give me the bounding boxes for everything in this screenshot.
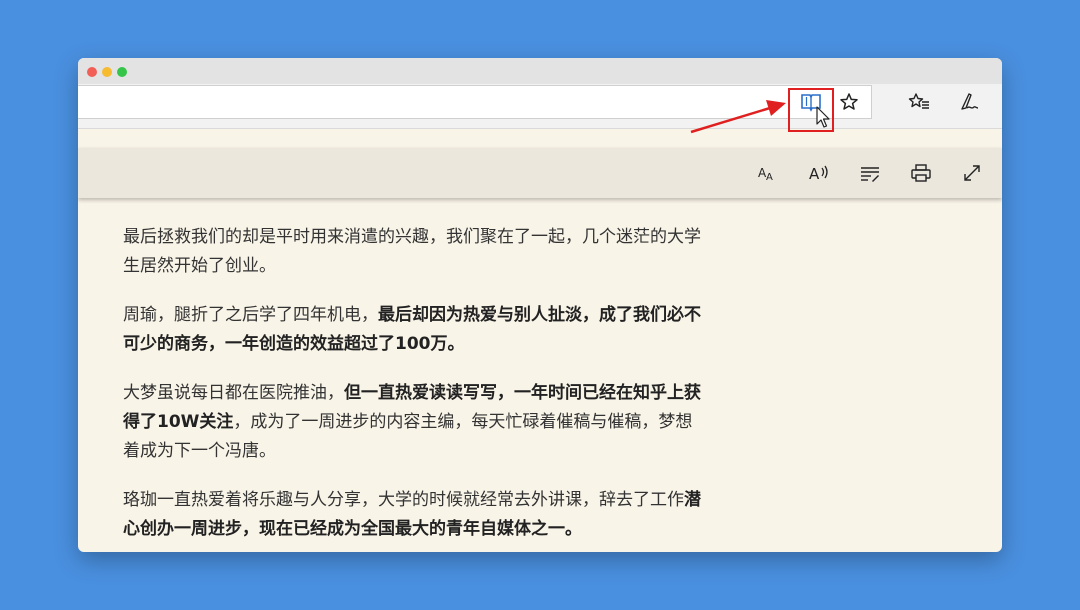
text-options-button[interactable] [855,158,885,188]
print-button[interactable] [906,158,936,188]
article-paragraph-4: 珞珈一直热爱着将乐趣与人分享，大学的时候就经常去外讲课，辞去了工作潜心创办一周进… [123,490,701,539]
title-bar [78,58,1002,84]
favorite-star-icon [840,93,858,110]
notes-button[interactable] [954,87,984,117]
text-size-button[interactable]: A A [753,158,783,188]
read-aloud-icon: A [809,165,828,183]
browser-window: A A A 最后拯救我们的却是平时用来消遣的兴趣，我们聚在了一起，几个迷茫的大学… [78,58,1002,552]
read-aloud-button[interactable]: A [805,158,835,188]
favorites-list-icon [908,93,929,109]
print-icon [911,164,931,182]
address-bar[interactable] [78,85,872,119]
article-paragraph-3: 大梦虽说每日都在医院推油，但一直热爱读读写写，一年时间已经在知乎上获得了10W关… [123,383,701,461]
pen-icon [961,93,979,110]
browser-toolbar [78,84,1002,132]
article-paragraph-2: 周瑜，腿折了之后学了四年机电，最后却因为热爱与别人扯淡，成了我们必不可少的商务，… [123,305,701,354]
article-paragraph-1: 最后拯救我们的却是平时用来消遣的兴趣，我们聚在了一起，几个迷茫的大学生居然开始了… [123,227,701,276]
reading-view-toolbar: A A A [78,148,1002,198]
fullscreen-icon [964,165,980,181]
text-size-icon: A A [758,166,773,183]
text-options-icon [861,167,879,182]
maximize-button[interactable] [117,67,127,77]
fullscreen-button[interactable] [957,158,987,188]
svg-text:A: A [809,165,820,183]
favorite-button[interactable] [834,87,864,117]
close-button[interactable] [87,67,97,77]
svg-text:A: A [766,172,773,183]
minimize-button[interactable] [102,67,112,77]
article-content: 最后拯救我们的却是平时用来消遣的兴趣，我们聚在了一起，几个迷茫的大学生居然开始了… [123,223,703,552]
favorites-list-button[interactable] [904,87,934,117]
highlight-box [788,88,834,132]
